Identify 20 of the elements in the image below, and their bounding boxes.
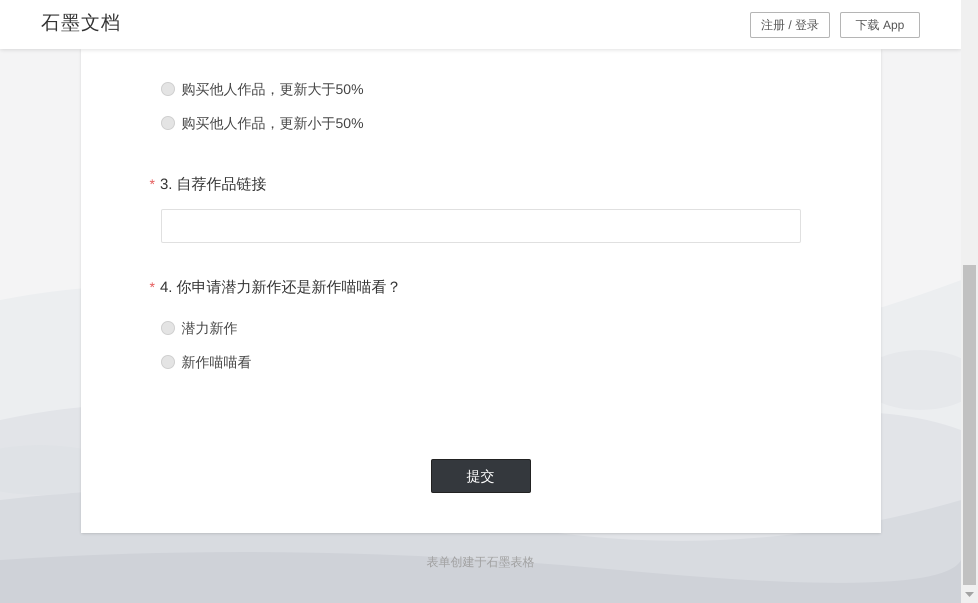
scrollbar[interactable] (961, 0, 978, 603)
option-label: 购买他人作品，更新大于50% (182, 80, 364, 98)
option-label: 潜力新作 (182, 318, 238, 338)
logo-text: 石墨文档 (41, 12, 121, 36)
radio-button[interactable] (160, 82, 174, 96)
login-button[interactable]: 注册 / 登录 (750, 12, 830, 38)
scroll-down-icon[interactable] (965, 592, 974, 597)
question-title: 3. 自荐作品链接 (160, 175, 267, 195)
option-label: 新作喵喵看 (182, 352, 252, 372)
required-mark: * (150, 278, 155, 296)
option-label: 购买他人作品，更新小于50% (182, 114, 364, 132)
question-title: 4. 你申请潜力新作还是新作喵喵看？ (160, 278, 402, 298)
required-mark: * (150, 175, 155, 194)
submit-button[interactable]: 提交 (430, 459, 530, 493)
radio-button[interactable] (160, 355, 174, 369)
radio-button[interactable] (160, 321, 174, 335)
input-field[interactable] (160, 208, 800, 242)
radio-button[interactable] (160, 116, 174, 130)
download-button[interactable]: 下载 App (840, 12, 920, 38)
footer-text: 表单创建于石墨表格 (426, 554, 534, 571)
